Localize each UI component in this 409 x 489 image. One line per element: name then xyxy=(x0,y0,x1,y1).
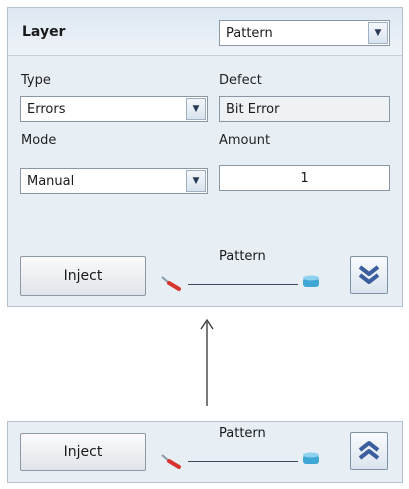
pattern-slider-track[interactable] xyxy=(188,461,298,462)
cylinder-icon xyxy=(303,452,319,464)
defect-label: Defect xyxy=(219,73,262,88)
double-chevron-up-icon xyxy=(358,441,380,460)
layer-label: Layer xyxy=(22,24,66,40)
amount-input[interactable]: 1 xyxy=(219,165,390,191)
cylinder-icon xyxy=(303,275,319,287)
amount-value: 1 xyxy=(300,171,309,186)
pattern-slider-label: Pattern xyxy=(219,426,266,441)
chevron-down-icon[interactable]: ▼ xyxy=(368,22,388,44)
action-bar: Inject Pattern xyxy=(8,244,402,306)
syringe-icon xyxy=(161,454,181,469)
double-chevron-down-icon xyxy=(358,265,380,284)
inject-button[interactable]: Inject xyxy=(20,433,146,471)
amount-label: Amount xyxy=(219,133,271,148)
layer-select-value: Pattern xyxy=(226,26,273,41)
defect-value: Bit Error xyxy=(226,102,280,117)
type-label: Type xyxy=(21,73,51,88)
chevron-down-icon[interactable]: ▼ xyxy=(186,170,206,192)
chevron-down-icon[interactable]: ▼ xyxy=(186,98,206,120)
mode-select-value: Manual xyxy=(27,174,75,189)
mode-select[interactable]: Manual ▼ xyxy=(20,168,208,194)
layer-select[interactable]: Pattern ▼ xyxy=(219,20,390,46)
type-select[interactable]: Errors ▼ xyxy=(20,96,208,122)
panel-header: Layer Pattern ▼ xyxy=(8,8,402,56)
pattern-slider-label: Pattern xyxy=(219,249,266,264)
defect-field: Bit Error xyxy=(219,96,390,122)
pattern-slider-track[interactable] xyxy=(188,284,298,285)
syringe-icon xyxy=(161,276,181,291)
transition-arrow-icon xyxy=(200,318,214,406)
collapsed-inject-panel: Inject Pattern xyxy=(7,421,403,483)
type-select-value: Errors xyxy=(27,102,66,117)
collapse-panel-button[interactable] xyxy=(350,256,388,294)
expand-panel-button[interactable] xyxy=(350,432,388,470)
expanded-inject-panel: Layer Pattern ▼ Type Defect Errors ▼ Bit… xyxy=(7,7,403,307)
inject-button[interactable]: Inject xyxy=(20,256,146,296)
mode-label: Mode xyxy=(21,133,57,148)
